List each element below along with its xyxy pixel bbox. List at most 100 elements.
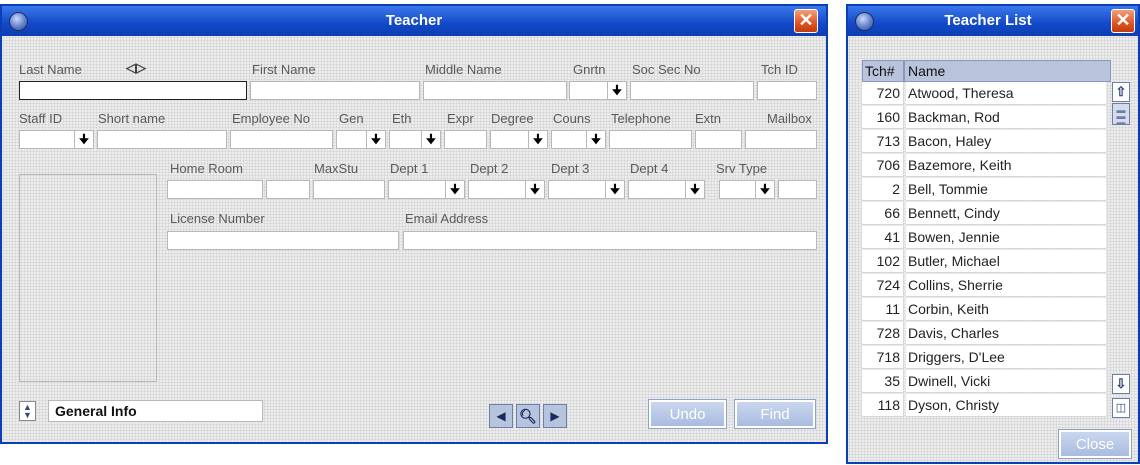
srv-type-dropdown[interactable]: 🠋 — [719, 180, 775, 199]
eth-dropdown[interactable]: 🠋 — [389, 130, 441, 149]
tch-num-cell: 706 — [862, 154, 904, 177]
expr-label: Expr — [447, 111, 474, 126]
table-row[interactable]: 160 Backman, Rod — [862, 106, 1106, 130]
dept3-label: Dept 3 — [551, 161, 590, 176]
srv-type-extra-input[interactable] — [778, 180, 817, 199]
table-row[interactable]: 724 Collins, Sherrie — [862, 274, 1106, 298]
list-scrollbar[interactable]: ⇧ ▬ ▬ ▬ ⇩ ◫ — [1112, 82, 1130, 418]
tch-num-cell: 66 — [862, 202, 904, 225]
name-cell: Bacon, Haley — [906, 130, 1106, 153]
chevron-down-icon: 🠋 — [445, 181, 464, 198]
section-selector[interactable]: General Info — [48, 400, 263, 422]
middle-name-input[interactable] — [423, 81, 567, 100]
scroll-thumb[interactable]: ▬ ▬ ▬ — [1112, 103, 1130, 127]
home-room-input[interactable] — [167, 180, 263, 199]
home-room-label: Home Room — [170, 161, 243, 176]
table-row[interactable]: 706 Bazemore, Keith — [862, 154, 1106, 178]
dept2-label: Dept 2 — [470, 161, 509, 176]
soc-sec-no-input[interactable] — [630, 81, 754, 100]
chevron-down-icon: 🠋 — [421, 131, 440, 148]
next-record-icon[interactable]: ▶ — [543, 404, 567, 428]
dept1-dropdown[interactable]: 🠋 — [388, 180, 465, 199]
chevron-down-icon: 🠋 — [525, 181, 544, 198]
teacher-title: Teacher — [385, 12, 443, 29]
undo-button[interactable]: Undo — [648, 399, 727, 429]
sort-toggle-icon[interactable]: ◁▷ — [126, 60, 146, 76]
short-name-input[interactable] — [97, 130, 227, 149]
scroll-page-icon[interactable]: ◫ — [1112, 398, 1130, 418]
name-cell: Backman, Rod — [906, 106, 1106, 129]
home-room-extra-input[interactable] — [266, 180, 310, 199]
first-name-input[interactable] — [250, 81, 420, 100]
photo-box[interactable] — [19, 174, 157, 382]
max-stu-input[interactable] — [313, 180, 385, 199]
gen-dropdown[interactable]: 🠋 — [336, 130, 386, 149]
table-row[interactable]: 11 Corbin, Keith — [862, 298, 1106, 322]
employee-no-label: Employee No — [232, 111, 311, 126]
teacher-list-titlebar[interactable]: Teacher List ✕ — [848, 6, 1138, 36]
scroll-down-icon[interactable]: ⇩ — [1112, 374, 1130, 394]
mailbox-input[interactable] — [745, 130, 817, 149]
tch-num-cell: 713 — [862, 130, 904, 153]
staff-id-dropdown[interactable]: 🠋 — [19, 130, 94, 149]
license-number-label: License Number — [170, 211, 265, 226]
teacher-list-window: Teacher List ✕ Tch# Name 720 Atwood, Ther… — [846, 4, 1140, 464]
couns-label: Couns — [553, 111, 591, 126]
prev-record-icon[interactable]: ◀ — [489, 404, 513, 428]
table-row[interactable]: 713 Bacon, Haley — [862, 130, 1106, 154]
dept4-dropdown[interactable]: 🠋 — [628, 180, 705, 199]
email-address-input[interactable] — [403, 231, 817, 250]
max-stu-label: MaxStu — [314, 161, 359, 176]
license-number-input[interactable] — [167, 231, 399, 250]
teacher-close-button[interactable]: ✕ — [794, 9, 818, 33]
employee-no-input[interactable] — [230, 130, 333, 149]
chevron-down-icon: 🠋 — [366, 131, 385, 148]
name-cell: Collins, Sherrie — [906, 274, 1106, 297]
table-row[interactable]: 35 Dwinell, Vicki — [862, 370, 1106, 394]
chevron-down-icon: 🠋 — [685, 181, 704, 198]
find-button[interactable]: Find — [734, 399, 816, 429]
dept2-dropdown[interactable]: 🠋 — [468, 180, 545, 199]
section-spinner-icon[interactable]: ▲ ▼ — [19, 401, 36, 421]
table-row[interactable]: 728 Davis, Charles — [862, 322, 1106, 346]
chevron-down-icon: 🠋 — [605, 181, 624, 198]
table-row[interactable]: 2 Bell, Tommie — [862, 178, 1106, 202]
name-cell: Bennett, Cindy — [906, 202, 1106, 225]
column-header-name[interactable]: Name — [904, 60, 1111, 82]
gen-label: Gen — [339, 111, 364, 126]
short-name-label: Short name — [98, 111, 166, 126]
chevron-down-icon: 🠋 — [74, 131, 93, 148]
column-header-tch-num[interactable]: Tch# — [862, 60, 904, 82]
dept3-dropdown[interactable]: 🠋 — [548, 180, 625, 199]
table-row[interactable]: 102 Butler, Michael — [862, 250, 1106, 274]
last-name-input[interactable] — [19, 81, 247, 100]
table-row[interactable]: 66 Bennett, Cindy — [862, 202, 1106, 226]
degree-dropdown[interactable]: 🠋 — [490, 130, 548, 149]
teacher-window: Teacher ✕ Last Name ◁▷ First Name Middle… — [0, 4, 828, 444]
extn-input[interactable] — [695, 130, 742, 149]
teacher-list-title: Teacher List — [944, 12, 1032, 29]
table-row[interactable]: 41 Bowen, Jennie — [862, 226, 1106, 250]
teacher-list-close-button[interactable]: ✕ — [1111, 9, 1135, 33]
tch-num-cell: 2 — [862, 178, 904, 201]
tch-num-cell: 718 — [862, 346, 904, 369]
tch-id-input[interactable] — [757, 81, 817, 100]
telephone-label: Telephone — [611, 111, 671, 126]
tch-num-cell: 720 — [862, 82, 904, 105]
scroll-up-icon[interactable]: ⇧ — [1112, 82, 1130, 102]
search-icon[interactable]: 🔍︎ — [516, 404, 540, 428]
degree-label: Degree — [491, 111, 534, 126]
tch-num-cell: 724 — [862, 274, 904, 297]
expr-input[interactable] — [444, 130, 487, 149]
telephone-input[interactable] — [609, 130, 692, 149]
close-button[interactable]: Close — [1058, 429, 1132, 459]
teacher-titlebar[interactable]: Teacher ✕ — [2, 6, 826, 36]
couns-dropdown[interactable]: 🠋 — [551, 130, 606, 149]
table-row[interactable]: 718 Driggers, D'Lee — [862, 346, 1106, 370]
gnrtn-dropdown[interactable]: 🠋 — [569, 81, 627, 100]
first-name-label: First Name — [252, 62, 316, 77]
name-cell: Davis, Charles — [906, 322, 1106, 345]
table-row[interactable]: 720 Atwood, Theresa — [862, 82, 1106, 106]
table-row[interactable]: 118 Dyson, Christy — [862, 394, 1106, 418]
name-cell: Butler, Michael — [906, 250, 1106, 273]
